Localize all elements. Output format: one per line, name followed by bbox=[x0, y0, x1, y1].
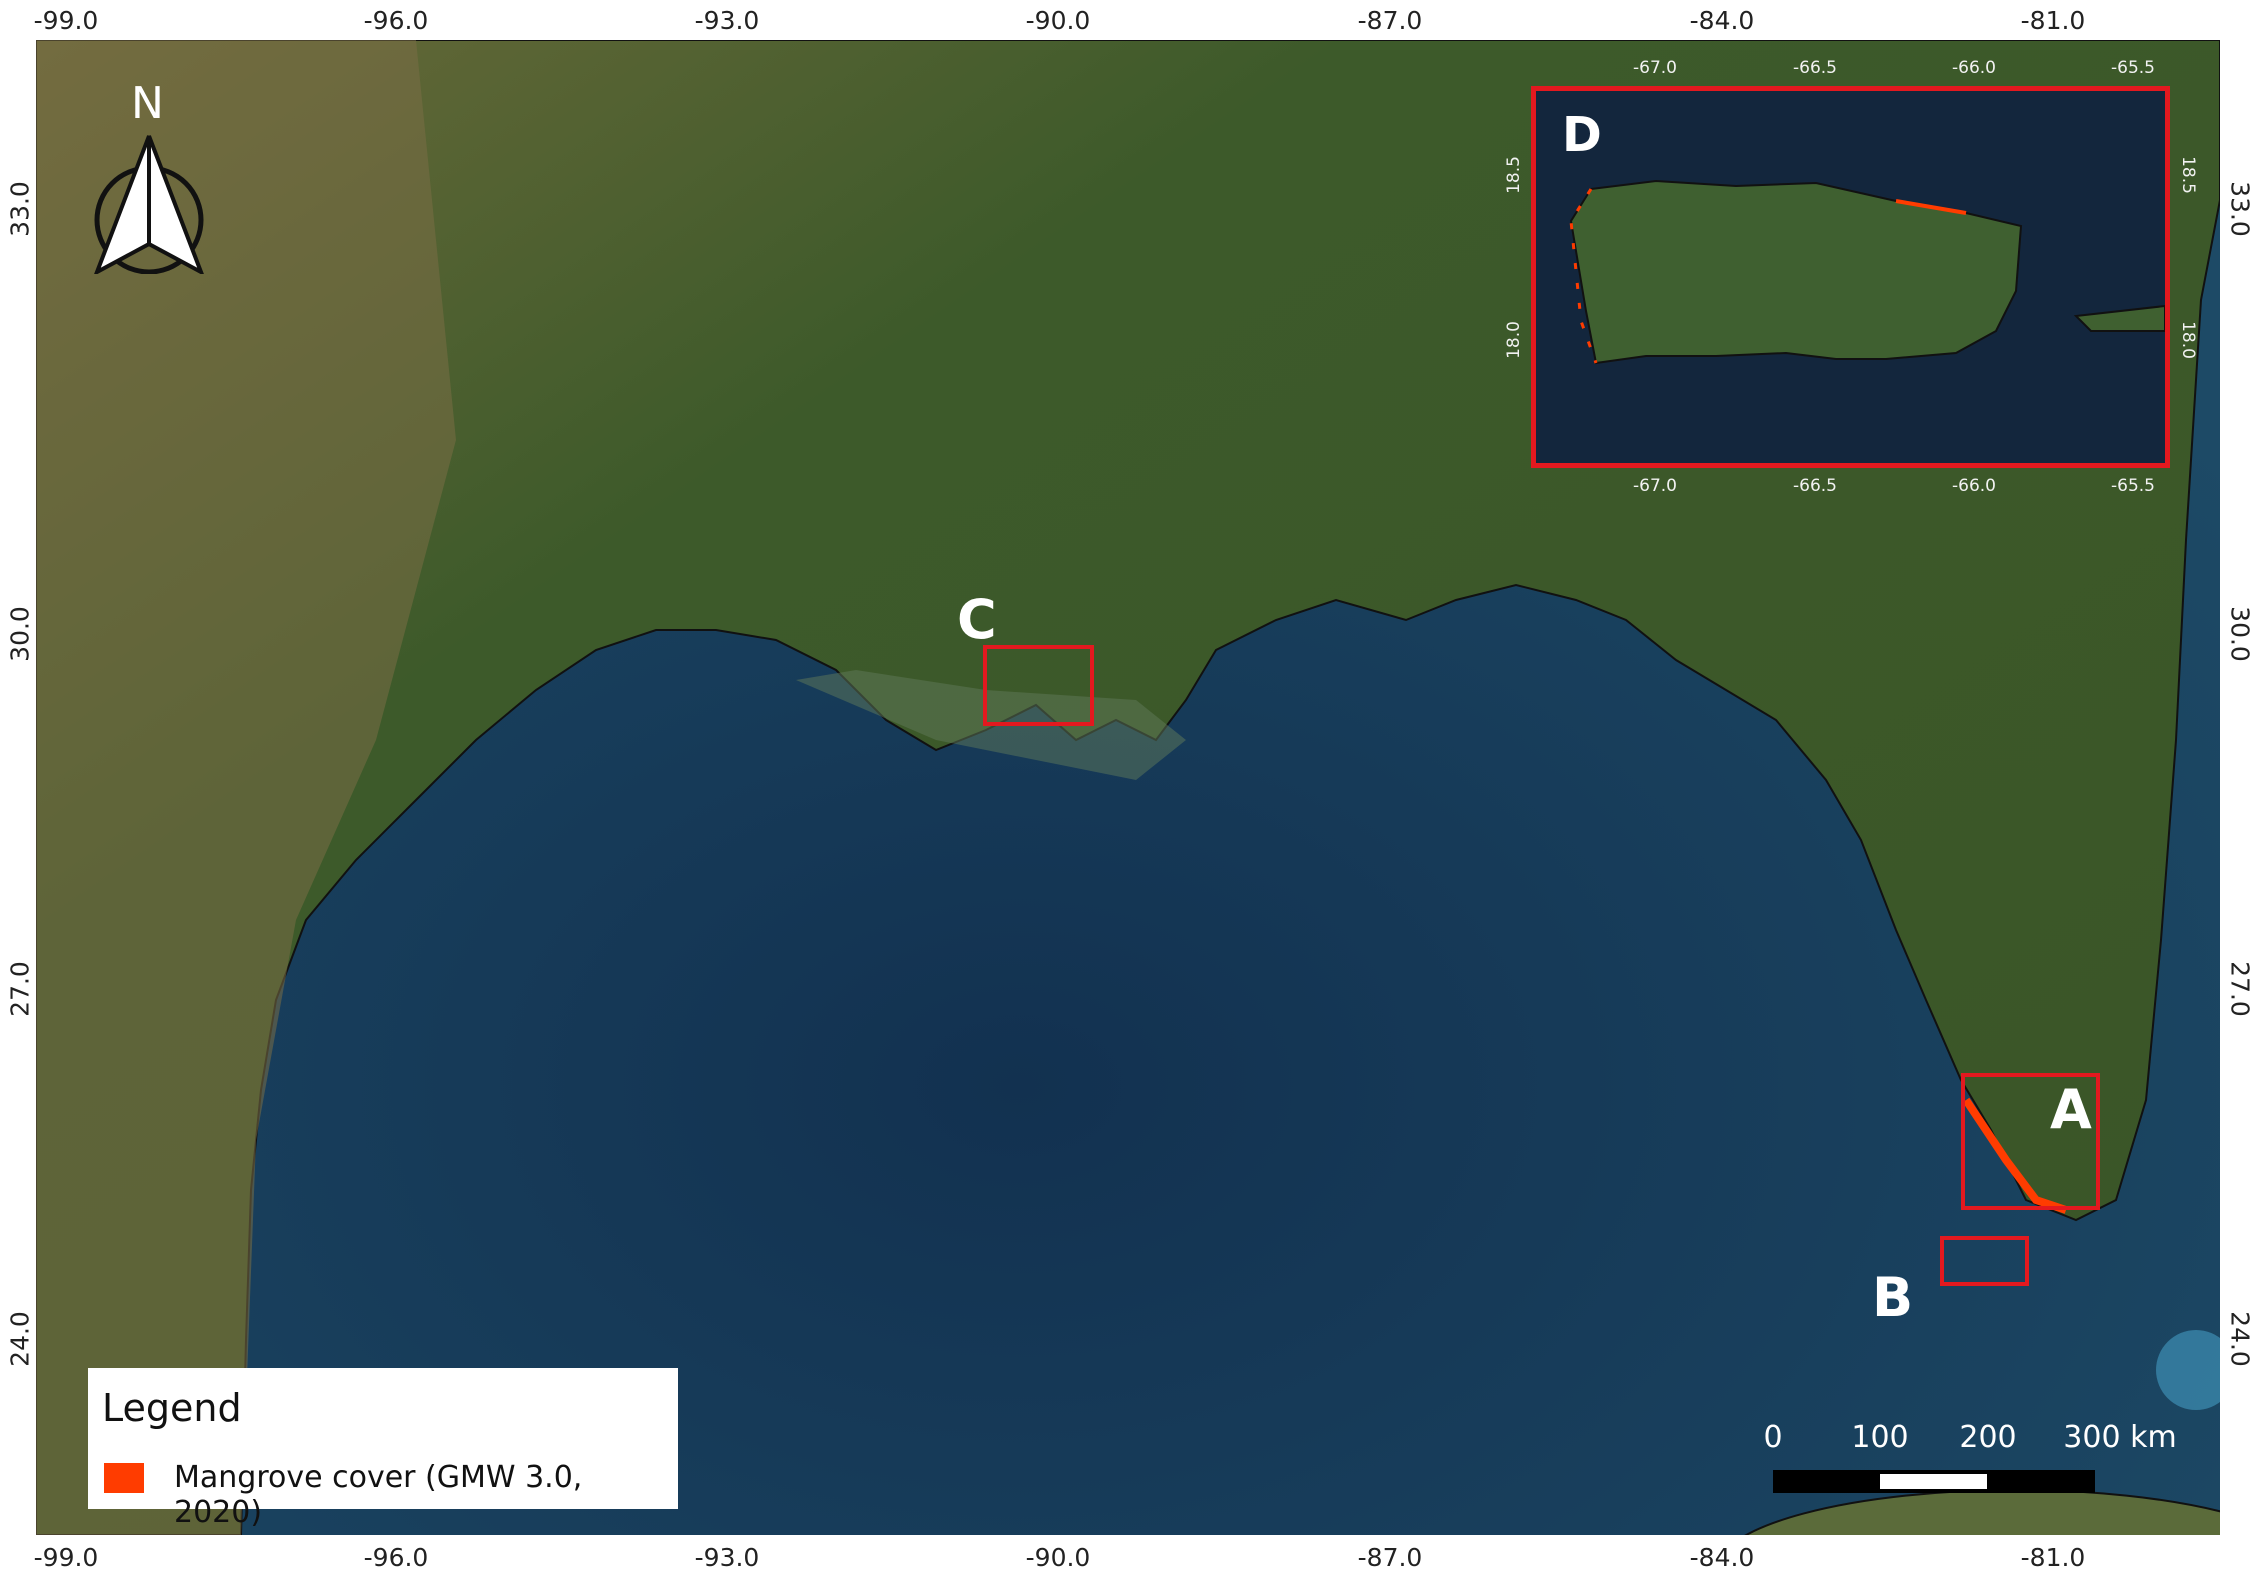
map-legend: Legend Mangrove cover (GMW 3.0, 2020) bbox=[88, 1368, 678, 1530]
lon-tick: -84.0 bbox=[1689, 6, 1755, 35]
north-arrow: N bbox=[89, 78, 209, 274]
inset-lon-tick: -65.5 bbox=[2111, 476, 2155, 496]
lon-tick: -93.0 bbox=[694, 1543, 760, 1572]
inset-lon-tick: -67.0 bbox=[1633, 476, 1677, 496]
scale-tick: 300 km bbox=[2063, 1420, 2177, 1455]
mangrove-swatch bbox=[104, 1463, 144, 1493]
inset-lon-tick: -67.0 bbox=[1633, 58, 1677, 78]
inset-lat-tick: 18.5 bbox=[1504, 156, 1524, 194]
legend-item-mangrove: Mangrove cover (GMW 3.0, 2020) bbox=[174, 1460, 583, 1530]
box-label-b: B bbox=[1872, 1266, 1914, 1329]
inset-lon-tick: -66.5 bbox=[1793, 476, 1837, 496]
lon-tick: -84.0 bbox=[1689, 1543, 1755, 1572]
lon-tick: -90.0 bbox=[1025, 6, 1091, 35]
lat-tick: 33.0 bbox=[2225, 181, 2255, 237]
lon-tick: -96.0 bbox=[363, 6, 429, 35]
inset-label-d: D bbox=[1562, 107, 1602, 163]
inset-lat-tick: 18.5 bbox=[2178, 156, 2198, 194]
lon-tick: -81.0 bbox=[2020, 1543, 2086, 1572]
lat-tick: 24.0 bbox=[5, 1311, 35, 1367]
lat-tick: 30.0 bbox=[2225, 606, 2255, 662]
lon-tick: -81.0 bbox=[2020, 6, 2086, 35]
lon-tick: -99.0 bbox=[33, 6, 99, 35]
inset-lon-tick: -66.5 bbox=[1793, 58, 1837, 78]
lat-tick: 27.0 bbox=[2225, 961, 2255, 1017]
lon-tick: -87.0 bbox=[1357, 6, 1423, 35]
north-label: N bbox=[131, 78, 164, 129]
scale-tick: 200 bbox=[1959, 1420, 2017, 1455]
inset-lat-tick: 18.0 bbox=[1504, 321, 1524, 359]
lon-tick: -87.0 bbox=[1357, 1543, 1423, 1572]
lon-tick: -96.0 bbox=[363, 1543, 429, 1572]
legend-title: Legend bbox=[102, 1386, 242, 1430]
scale-tick: 0 bbox=[1763, 1420, 1783, 1455]
study-area-box-c[interactable] bbox=[983, 645, 1094, 726]
inset-lon-tick: -65.5 bbox=[2111, 58, 2155, 78]
lon-tick: -90.0 bbox=[1025, 1543, 1091, 1572]
lat-tick: 27.0 bbox=[5, 961, 35, 1017]
lon-tick: -99.0 bbox=[33, 1543, 99, 1572]
lon-tick: -93.0 bbox=[694, 6, 760, 35]
scale-tick: 100 bbox=[1851, 1420, 1909, 1455]
puerto-rico-imagery bbox=[1569, 179, 2165, 365]
north-arrow-icon bbox=[94, 135, 204, 274]
lat-tick: 24.0 bbox=[2225, 1311, 2255, 1367]
lat-tick: 30.0 bbox=[5, 606, 35, 662]
lat-tick: 33.0 bbox=[5, 181, 35, 237]
inset-lon-tick: -66.0 bbox=[1952, 58, 1996, 78]
study-area-box-b[interactable] bbox=[1940, 1236, 2029, 1286]
inset-lat-tick: 18.0 bbox=[2178, 321, 2198, 359]
box-label-a: A bbox=[2050, 1078, 2092, 1141]
inset-lon-tick: -66.0 bbox=[1952, 476, 1996, 496]
inset-map-puerto-rico[interactable]: D bbox=[1531, 86, 2170, 468]
scale-bar-graphic bbox=[1773, 1470, 2095, 1493]
box-label-c: C bbox=[957, 588, 997, 651]
